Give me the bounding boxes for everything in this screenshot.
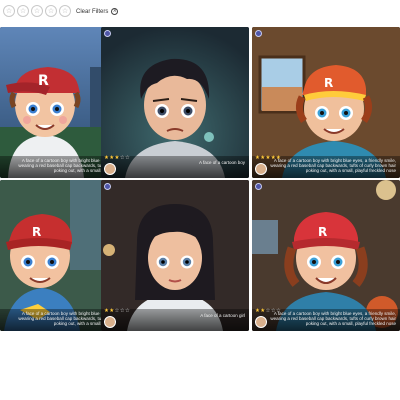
clear-filters-label: Clear Filters: [76, 8, 109, 15]
star-rating[interactable]: ★★★☆☆: [104, 155, 130, 161]
image-caption: A face of a cartoon boy: [198, 160, 245, 165]
image-caption: A face of a cartoon girl: [200, 313, 245, 318]
star-filter-3-icon[interactable]: ☆: [31, 5, 43, 17]
star-filter-2-icon[interactable]: ☆: [17, 5, 29, 17]
image-grid: R A face of a cartoon boy with bright bl…: [0, 27, 400, 331]
image-caption: A face of a cartoon boy with bright blue…: [270, 158, 396, 173]
filter-bar: ☆ ☆ ☆ ☆ ☆ Clear Filters ×: [0, 0, 400, 24]
clear-filters-button[interactable]: Clear Filters ×: [76, 5, 119, 18]
star-filter-4-icon[interactable]: ☆: [45, 5, 57, 17]
select-circle-icon[interactable]: [104, 30, 111, 37]
image-card[interactable]: R A face of a cartoon boy with bright bl…: [252, 27, 400, 178]
image-card[interactable]: R A face of a cartoon boy with bright bl…: [252, 180, 400, 331]
image-caption: A face of a cartoon boy with bright blue…: [270, 311, 396, 326]
avatar: [104, 163, 116, 175]
avatar: [255, 163, 267, 175]
close-circle-icon: ×: [111, 8, 119, 15]
svg-text:R: R: [324, 76, 333, 90]
star-icon: ☆☆☆: [114, 308, 131, 314]
star-rating[interactable]: ★★★★★: [255, 155, 281, 161]
star-filter-1-icon[interactable]: ☆: [3, 5, 15, 17]
image-card[interactable]: A face of a cartoon girl ★★☆☆☆: [101, 180, 249, 331]
select-circle-icon[interactable]: [104, 183, 111, 190]
star-icon: ★★: [104, 308, 115, 314]
svg-text:R: R: [32, 225, 41, 239]
star-rating[interactable]: ★★☆☆☆: [104, 308, 130, 314]
star-rating[interactable]: ★★☆☆☆: [255, 308, 281, 314]
select-circle-icon[interactable]: [255, 183, 262, 190]
star-icon: ☆☆☆: [265, 308, 282, 314]
image-card[interactable]: A face of a cartoon boy ★★★☆☆: [101, 27, 249, 178]
select-circle-icon[interactable]: [255, 30, 262, 37]
avatar: [104, 316, 116, 328]
star-icon: ★★: [255, 308, 266, 314]
avatar: [255, 316, 267, 328]
svg-text:R: R: [318, 225, 327, 239]
star-icon: ★★★★★: [255, 155, 282, 161]
svg-text:R: R: [38, 73, 49, 89]
star-icon: ★★★: [104, 155, 120, 161]
star-icon: ☆☆: [119, 155, 131, 161]
star-filter-5-icon[interactable]: ☆: [59, 5, 71, 17]
